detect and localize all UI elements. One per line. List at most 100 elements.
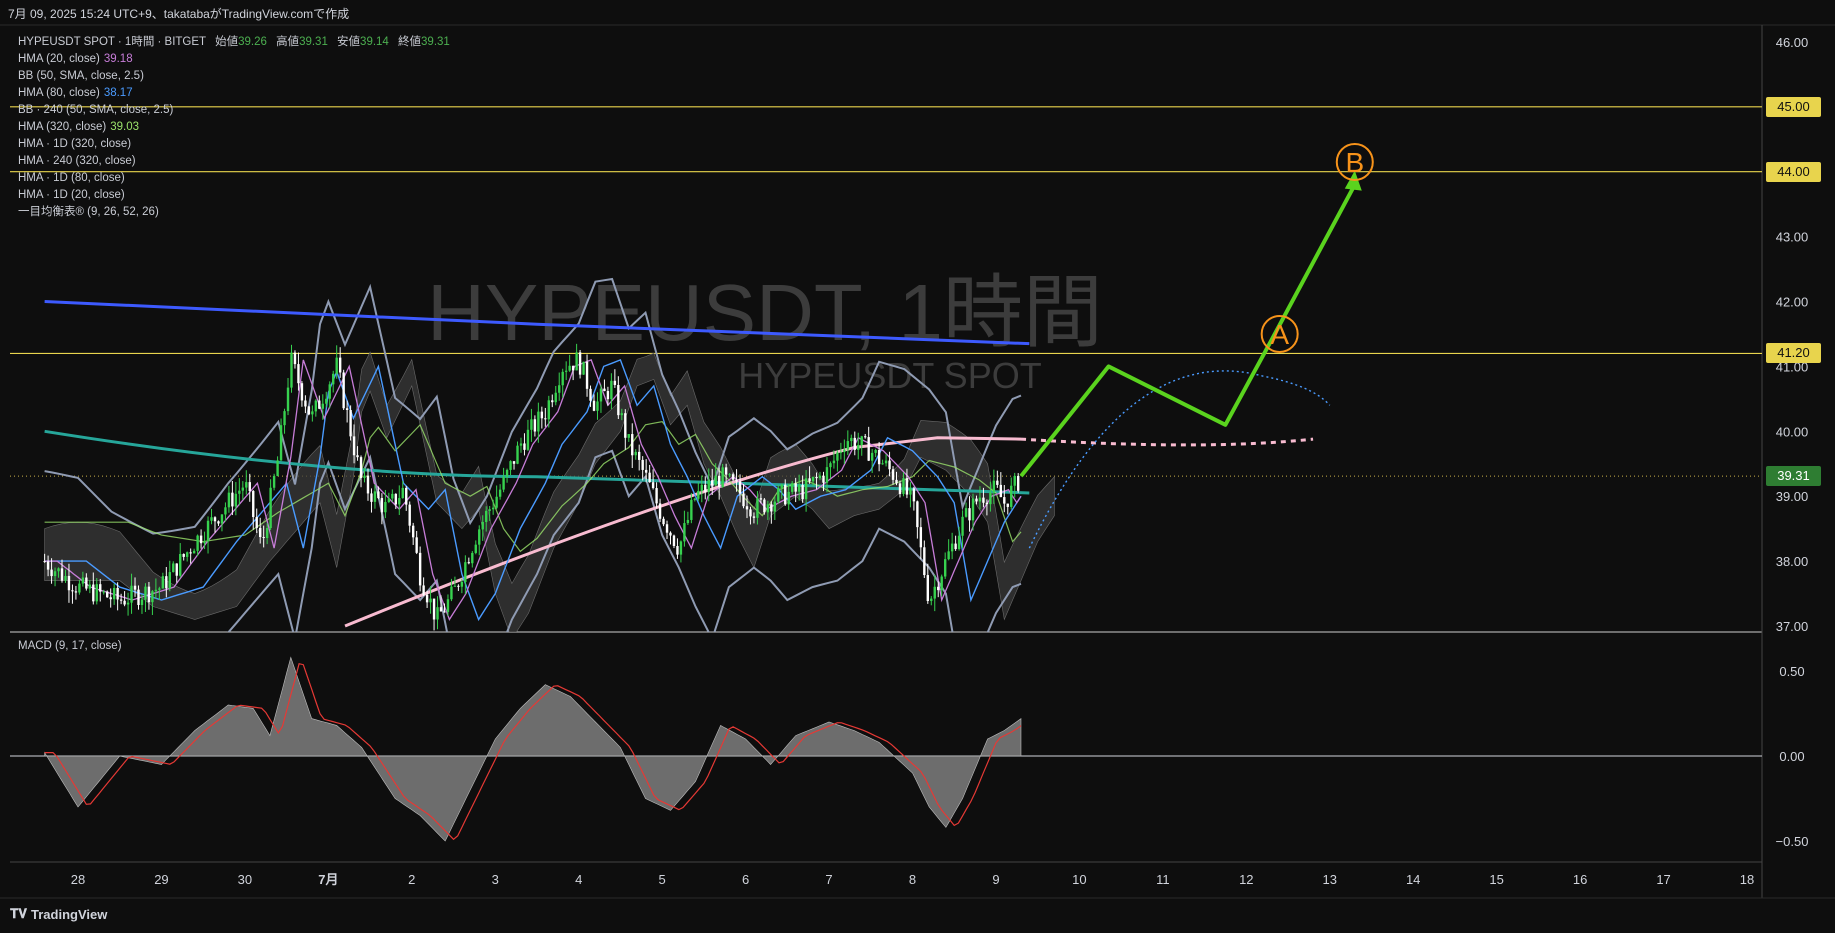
candle-body	[909, 488, 912, 495]
indicator-value: 38.17	[103, 87, 133, 99]
candle-body	[290, 352, 293, 388]
candle-body	[930, 598, 933, 601]
tv-brand-label: TradingView	[31, 906, 108, 922]
candle-body	[387, 498, 391, 502]
candle-body	[978, 497, 982, 502]
candle-body	[99, 584, 102, 592]
candle-body	[926, 575, 929, 601]
candle-body	[665, 524, 669, 533]
candle-body	[439, 607, 443, 612]
candle-body	[638, 451, 641, 460]
indicator-row[interactable]: HMA (20, close) 39.18	[18, 51, 450, 68]
candle-body	[165, 576, 168, 589]
candle-body	[297, 364, 300, 384]
candle-body	[759, 498, 763, 500]
candle-body	[850, 437, 853, 442]
candle-body	[683, 523, 686, 542]
x-tick-label: 11	[1156, 872, 1170, 887]
candle-body	[912, 488, 916, 502]
candle-body	[916, 501, 919, 528]
candle-body	[67, 575, 71, 591]
candle-body	[641, 459, 644, 470]
indicator-row[interactable]: HMA · 1D (20, close)	[18, 187, 450, 204]
indicator-row[interactable]: HMA · 240 (320, close)	[18, 153, 450, 170]
candle-body	[1013, 475, 1016, 486]
candle-body	[592, 400, 596, 411]
tradingview-logo[interactable]: 𝐓𝐕 TradingView	[10, 906, 107, 922]
candle-body	[457, 585, 460, 587]
candle-body	[547, 400, 550, 420]
candle-body	[352, 436, 356, 456]
chart-root: 7月 09, 2025 15:24 UTC+9、takatabaがTrading…	[0, 0, 1835, 933]
wave-marker-a: A	[1260, 314, 1299, 353]
candle-body	[57, 568, 60, 572]
candle-body	[436, 607, 439, 620]
high-value: 39.31	[299, 36, 328, 48]
indicator-legend: HYPEUSDT SPOT · 1時間 · BITGET 始値39.26 高値3…	[18, 34, 450, 221]
candle-body	[192, 550, 196, 554]
candle-body	[238, 490, 241, 494]
marker-label: A	[1270, 319, 1289, 350]
candle-body	[603, 388, 606, 392]
candle-body	[394, 493, 398, 505]
candle-body	[818, 475, 822, 479]
low-value: 39.14	[360, 36, 389, 48]
indicator-label: HMA · 240 (320, close)	[18, 155, 136, 167]
candle-body	[231, 492, 234, 507]
candle-body	[996, 480, 999, 485]
candle-body	[478, 529, 481, 545]
candle-body	[380, 498, 384, 513]
candle-body	[717, 475, 721, 487]
tv-logo-icon: 𝐓𝐕	[10, 906, 27, 921]
candle-body	[523, 443, 526, 450]
indicator-row[interactable]: HMA · 1D (80, close)	[18, 170, 450, 187]
candle-body	[189, 552, 192, 554]
candle-body	[158, 588, 161, 590]
candle-body	[133, 585, 137, 590]
candle-body	[804, 478, 808, 500]
marker-label: B	[1345, 147, 1364, 178]
candle-body	[401, 487, 404, 499]
candle-body	[620, 413, 624, 416]
candle-body	[112, 587, 116, 600]
candle-body	[662, 518, 665, 525]
candle-body	[161, 576, 165, 589]
indicator-row[interactable]: 一目均衡表® (9, 26, 52, 26)	[18, 204, 450, 221]
candle-body	[794, 483, 797, 492]
candle-body	[1010, 485, 1013, 507]
candle-body	[582, 361, 585, 375]
candle-body	[571, 365, 575, 371]
candle-body	[749, 509, 752, 517]
candle-body	[474, 544, 477, 553]
x-tick-label: 30	[238, 872, 252, 887]
indicator-row[interactable]: BB (50, SMA, close, 2.5)	[18, 68, 450, 85]
candle-body	[784, 484, 787, 505]
indicator-label: HMA (80, close)	[18, 87, 100, 99]
candle-body	[825, 467, 829, 483]
candle-body	[85, 577, 88, 589]
candle-body	[509, 461, 512, 470]
candle-body	[210, 517, 213, 521]
candle-body	[123, 600, 126, 605]
x-tick-label: 28	[71, 872, 85, 887]
candle-body	[53, 571, 57, 577]
candle-body	[895, 479, 898, 484]
candle-body	[589, 388, 592, 401]
candle-body	[74, 591, 78, 593]
candle-body	[377, 491, 380, 499]
candle-body	[175, 563, 178, 576]
indicator-row[interactable]: HMA (80, close) 38.17	[18, 85, 450, 102]
candle-body	[154, 589, 158, 592]
candle-body	[418, 552, 422, 586]
candle-body	[731, 474, 735, 480]
candle-body	[498, 489, 502, 497]
candle-body	[185, 552, 189, 557]
indicator-row[interactable]: HMA (320, close) 39.03	[18, 119, 450, 136]
indicator-row[interactable]: BB · 240 (50, SMA, close, 2.5)	[18, 102, 450, 119]
symbol-ohlc-row[interactable]: HYPEUSDT SPOT · 1時間 · BITGET 始値39.26 高値3…	[18, 34, 450, 51]
candle-body	[373, 491, 377, 502]
indicator-row[interactable]: HMA · 1D (320, close)	[18, 136, 450, 153]
indicator-label: 一目均衡表® (9, 26, 52, 26)	[18, 206, 159, 218]
macd-legend[interactable]: MACD (9, 17, close)	[18, 640, 122, 652]
candle-body	[766, 504, 770, 513]
